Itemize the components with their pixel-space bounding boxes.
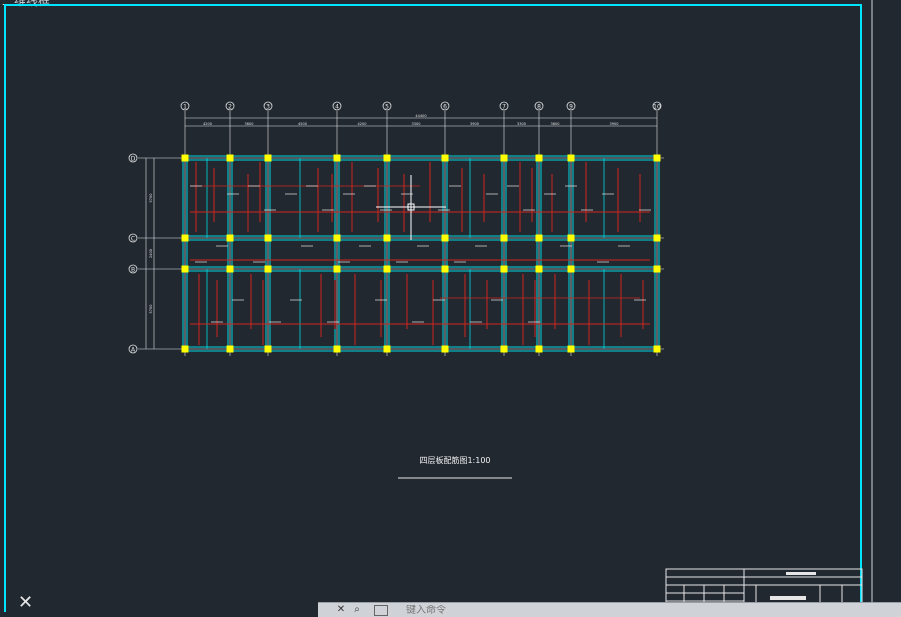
column [441, 345, 449, 353]
plan-title: 四层板配筋图1:100 [419, 455, 490, 465]
column [567, 345, 575, 353]
column [441, 154, 449, 162]
grid-bubble-label: B [131, 266, 135, 273]
grid-bubble-label: C [131, 235, 135, 242]
column [383, 234, 391, 242]
dimension-left-text: 2400 [149, 249, 153, 258]
dimension-span-text: 4200 [203, 122, 212, 126]
dimension-span-text: 3300 [517, 122, 526, 126]
floor-plan: 44400 4200 3600 4500 4200 3300 3900 3300 3600 390… [128, 101, 664, 465]
column [441, 265, 449, 273]
column [500, 154, 508, 162]
dimension-span-text: 4500 [298, 122, 307, 126]
column [535, 234, 543, 242]
column [333, 154, 341, 162]
column [226, 234, 234, 242]
column [567, 154, 575, 162]
search-icon[interactable]: ⌕ [350, 604, 364, 616]
grid-bubble-label: 9 [569, 104, 573, 111]
grid-bubble-label: 6 [443, 104, 447, 111]
dimension-span-text: 3900 [470, 122, 479, 126]
dimension-left-text: 5700 [149, 305, 153, 314]
column [181, 154, 189, 162]
grid-bubble-label: 2 [228, 104, 232, 111]
command-history-icon[interactable] [374, 605, 388, 616]
column [181, 345, 189, 353]
dimension-span-text: 4200 [358, 122, 367, 126]
grid-bubble-label: 1 [183, 104, 187, 111]
column [181, 265, 189, 273]
dimension-span-text: 3600 [245, 122, 254, 126]
close-icon[interactable]: ✕ [18, 594, 36, 612]
column [333, 234, 341, 242]
grid-bubble-label: 4 [335, 104, 339, 111]
grid-bubble-label: 10 [653, 104, 661, 111]
column [264, 345, 272, 353]
column [653, 345, 661, 353]
command-input[interactable] [406, 605, 866, 615]
column [535, 345, 543, 353]
dimension-span-text: 3300 [412, 122, 421, 126]
column [441, 234, 449, 242]
column [226, 345, 234, 353]
column [264, 265, 272, 273]
column [383, 265, 391, 273]
column [226, 154, 234, 162]
column [264, 234, 272, 242]
column [653, 154, 661, 162]
dimension-span-text: 3900 [610, 122, 619, 126]
column [181, 234, 189, 242]
dimension-total-text: 44400 [415, 114, 426, 118]
column [333, 265, 341, 273]
cad-drawing: 44400 4200 3600 4500 4200 3300 3900 3300 3600 390… [4, 0, 873, 612]
dimension-left-text: 5700 [149, 194, 153, 203]
column [264, 154, 272, 162]
grid-bubble-label: 5 [385, 104, 389, 111]
column [500, 345, 508, 353]
column [226, 265, 234, 273]
column [653, 265, 661, 273]
drawing-viewport[interactable]: 二维线框 44400 4200 3600 4500 4200 3300 3900 3300 36… [0, 0, 901, 612]
column [567, 265, 575, 273]
dimension-span-text: 3600 [551, 122, 560, 126]
grid-bubble-label: 8 [537, 104, 541, 111]
grid-bubble-label: 7 [502, 104, 506, 111]
column [383, 154, 391, 162]
grid-bubble-label: D [131, 155, 136, 162]
grid-bubble-label: 3 [266, 104, 270, 111]
command-line[interactable]: ✕ ⌕ [318, 602, 901, 617]
column [383, 345, 391, 353]
column [500, 234, 508, 242]
column [535, 154, 543, 162]
column [535, 265, 543, 273]
column [653, 234, 661, 242]
column [567, 234, 575, 242]
close-command-icon[interactable]: ✕ [334, 604, 348, 616]
column [333, 345, 341, 353]
column [500, 265, 508, 273]
